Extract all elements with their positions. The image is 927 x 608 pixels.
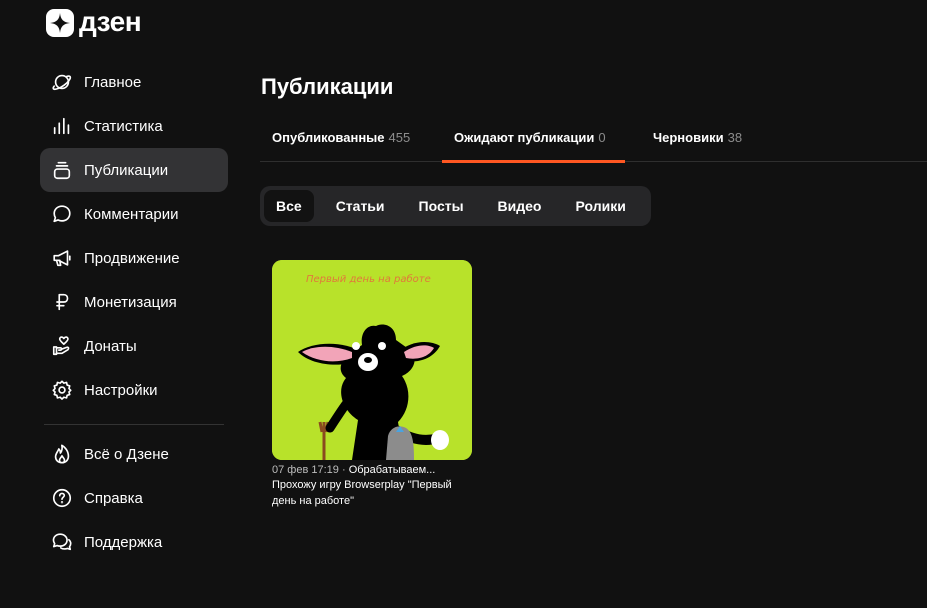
sidebar-item-label: Поддержка <box>84 533 163 551</box>
sidebar-item-label: Продвижение <box>84 249 180 267</box>
gear-icon <box>50 378 74 402</box>
sidebar-item-donations[interactable]: Донаты <box>40 324 228 368</box>
megaphone-icon <box>50 246 74 270</box>
sidebar-item-label: Настройки <box>84 381 158 399</box>
ruble-icon <box>50 290 74 314</box>
dzen-logo[interactable]: дзен <box>46 6 142 38</box>
publication-card[interactable]: Первый день на работе 07 фев 17:19 · Обр… <box>272 260 472 509</box>
sidebar-item-help[interactable]: Справка <box>40 476 228 520</box>
publication-meta: 07 фев 17:19 · Обрабатываем... <box>272 464 472 476</box>
filter-posts[interactable]: Посты <box>407 190 476 222</box>
sidebar-item-comments[interactable]: Комментарии <box>40 192 228 236</box>
sidebar-item-promotion[interactable]: Продвижение <box>40 236 228 280</box>
sidebar-item-settings[interactable]: Настройки <box>40 368 228 412</box>
flame-icon <box>50 442 74 466</box>
publication-title[interactable]: Прохожу игру Browserplay "Первый день на… <box>272 477 472 509</box>
filter-video[interactable]: Видео <box>486 190 554 222</box>
tab-count: 38 <box>727 129 743 145</box>
sidebar-item-label: Публикации <box>84 161 169 179</box>
tab-label: Черновики <box>653 129 724 145</box>
planet-icon <box>50 70 74 94</box>
sidebar-item-monetization[interactable]: Монетизация <box>40 280 228 324</box>
publication-tabs: Опубликованные 455 Ожидают публикации 0 … <box>260 112 927 163</box>
sidebar-item-publications[interactable]: Публикации <box>40 148 228 192</box>
sidebar-item-label: Комментарии <box>84 205 179 223</box>
tab-label: Ожидают публикации <box>454 129 595 145</box>
stack-icon <box>50 158 74 182</box>
chat-bubbles-icon <box>50 530 74 554</box>
speech-bubble-icon <box>50 202 74 226</box>
sidebar-divider <box>44 424 224 425</box>
heart-hand-icon <box>50 334 74 358</box>
sidebar-nav: Главное Статистика Публикации Комментари… <box>40 60 228 564</box>
tab-label: Опубликованные <box>272 129 385 145</box>
tab-count: 455 <box>388 129 411 145</box>
meta-separator: · <box>341 464 346 476</box>
sidebar-item-label: Справка <box>84 489 143 507</box>
tab-count: 0 <box>598 129 606 145</box>
question-icon <box>50 486 74 510</box>
main-content: Публикации Опубликованные 455 Ожидают пу… <box>260 70 927 507</box>
page-title: Публикации <box>261 74 394 99</box>
content-type-filter: Все Статьи Посты Видео Ролики <box>260 186 651 226</box>
bar-chart-icon <box>50 114 74 138</box>
dzen-star-icon <box>46 9 74 37</box>
tab-pending[interactable]: Ожидают публикации 0 <box>442 112 625 163</box>
sidebar-item-label: Донаты <box>84 337 137 355</box>
sidebar-item-label: Всё о Дзене <box>84 445 169 463</box>
publication-status: Обрабатываем... <box>348 464 436 476</box>
thumbnail-drawing: Первый день на работе <box>272 260 472 460</box>
publication-date: 07 фев 17:19 <box>272 464 339 476</box>
sidebar-item-statistics[interactable]: Статистика <box>40 104 228 148</box>
sidebar-item-support[interactable]: Поддержка <box>40 520 228 564</box>
sidebar-item-label: Статистика <box>84 117 163 135</box>
sidebar-item-label: Монетизация <box>84 293 177 311</box>
tab-published[interactable]: Опубликованные 455 <box>260 112 422 162</box>
tab-drafts[interactable]: Черновики 38 <box>641 112 754 162</box>
brand-name: дзен <box>79 6 142 37</box>
filter-articles[interactable]: Статьи <box>324 190 397 222</box>
thumbnail-caption: Первый день на работе <box>306 273 431 285</box>
sidebar-item-main[interactable]: Главное <box>40 60 228 104</box>
publication-thumbnail[interactable]: Первый день на работе <box>272 260 472 460</box>
sidebar-item-about-dzen[interactable]: Всё о Дзене <box>40 432 228 476</box>
sidebar-item-label: Главное <box>84 73 142 91</box>
filter-shorts[interactable]: Ролики <box>564 190 638 222</box>
filter-all[interactable]: Все <box>264 190 314 222</box>
